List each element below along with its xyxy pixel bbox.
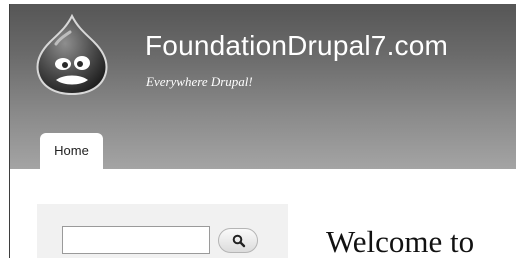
search-input[interactable] [62, 226, 210, 254]
drupal-logo-icon[interactable] [34, 13, 110, 96]
window-left-border [9, 4, 10, 258]
search-icon [232, 234, 246, 248]
window-left-edge [0, 4, 9, 258]
tab-home[interactable]: Home [40, 133, 103, 170]
site-slogan: Everywhere Drupal! [146, 74, 253, 89]
search-button[interactable] [218, 228, 258, 253]
site-name-link[interactable]: FoundationDrupal7.com [145, 30, 448, 62]
page-title: Welcome to [326, 224, 475, 259]
